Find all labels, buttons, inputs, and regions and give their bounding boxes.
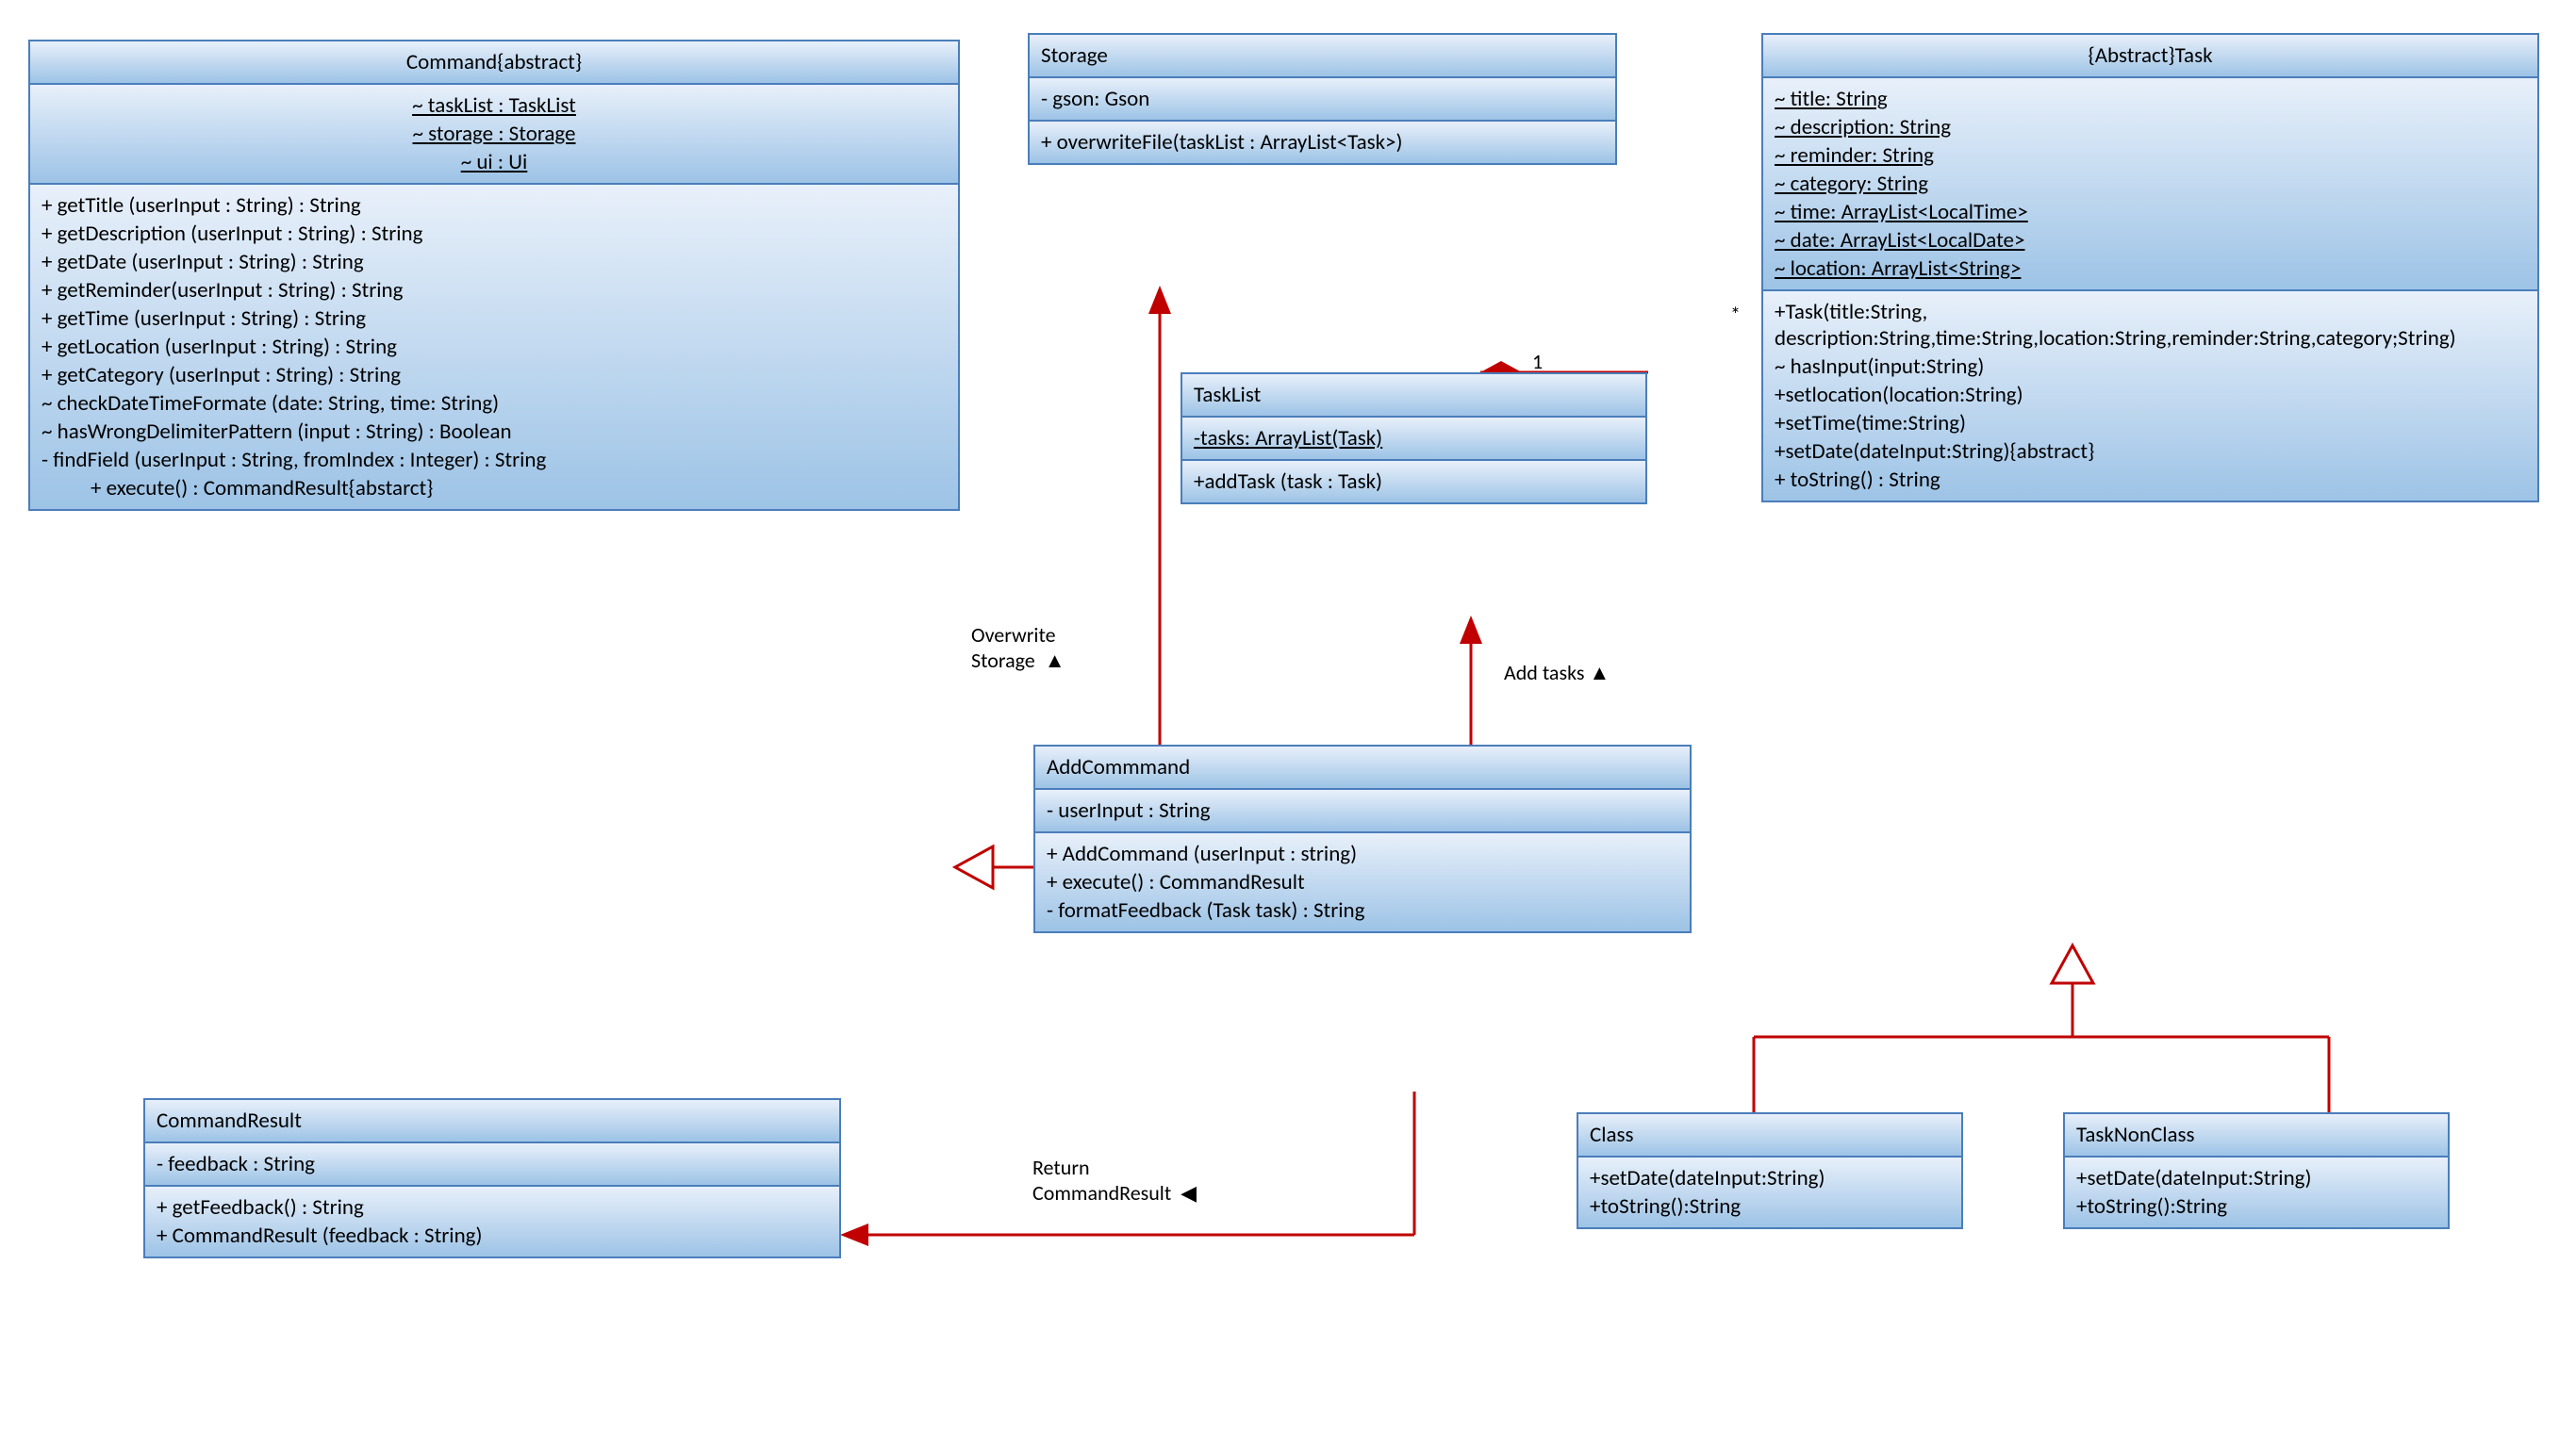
commandresult-operations: + getFeedback() : String + CommandResult… <box>145 1187 839 1257</box>
tasklist-title: TaskList <box>1182 374 1645 418</box>
label-multiplicity-star: * <box>1730 302 1741 327</box>
storage-title: Storage <box>1030 35 1615 78</box>
addcommand-operations: + AddCommand (userInput : string) + exec… <box>1035 833 1690 931</box>
class-command: Command{abstract} ~ taskList : TaskList … <box>28 40 960 511</box>
task-attributes: ~ title: String ~ description: String ~ … <box>1763 78 2537 291</box>
addcommand-attributes: - userInput : String <box>1035 790 1690 833</box>
label-overwrite-storage: Overwrite Storage ▲ <box>971 622 1065 673</box>
class-tasklist: TaskList -tasks: ArrayList(Task) +addTas… <box>1181 372 1647 504</box>
task-operations: +Task(title:String, description:String,t… <box>1763 291 2537 501</box>
commandresult-title: CommandResult <box>145 1100 839 1143</box>
tasknonclass-title: TaskNonClass <box>2065 1114 2448 1158</box>
class-task: {Abstract}Task ~ title: String ~ descrip… <box>1761 33 2539 502</box>
task-title: {Abstract}Task <box>1763 35 2537 78</box>
class-commandresult: CommandResult - feedback : String + getF… <box>143 1098 841 1258</box>
class-operations: +setDate(dateInput:String) +toString():S… <box>1578 1158 1961 1227</box>
command-title: Command{abstract} <box>30 41 958 85</box>
command-operations: + getTitle (userInput : String) : String… <box>30 185 958 509</box>
tasklist-attributes: -tasks: ArrayList(Task) <box>1182 418 1645 461</box>
tasklist-operations: +addTask (task : Task) <box>1182 461 1645 502</box>
label-add-tasks: Add tasks ▲ <box>1504 660 1610 685</box>
command-attributes: ~ taskList : TaskList ~ storage : Storag… <box>30 85 958 185</box>
commandresult-attributes: - feedback : String <box>145 1143 839 1187</box>
class-class: Class +setDate(dateInput:String) +toStri… <box>1577 1112 1963 1229</box>
class-title: Class <box>1578 1114 1961 1158</box>
label-multiplicity-one: 1 <box>1532 349 1543 374</box>
tasknonclass-operations: +setDate(dateInput:String) +toString():S… <box>2065 1158 2448 1227</box>
addcommand-title: AddCommmand <box>1035 747 1690 790</box>
class-addcommand: AddCommmand - userInput : String + AddCo… <box>1033 745 1692 933</box>
label-return-commandresult: Return CommandResult ◀ <box>1032 1155 1197 1206</box>
storage-operations: + overwriteFile(taskList : ArrayList<Tas… <box>1030 122 1615 163</box>
class-storage: Storage - gson: Gson + overwriteFile(tas… <box>1028 33 1617 165</box>
storage-attributes: - gson: Gson <box>1030 78 1615 122</box>
class-tasknonclass: TaskNonClass +setDate(dateInput:String) … <box>2063 1112 2450 1229</box>
